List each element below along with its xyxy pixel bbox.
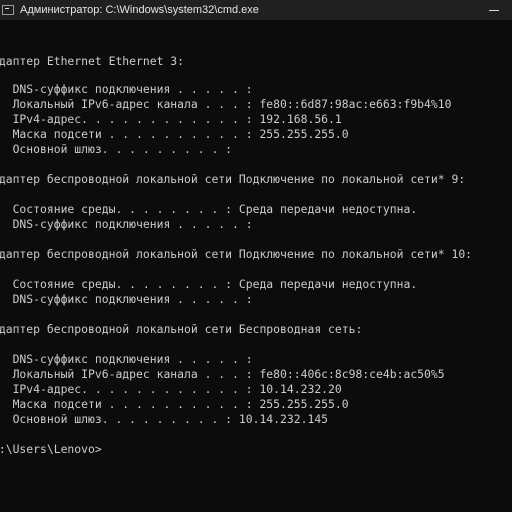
adapter-header-wireless: Адаптер беспроводной локальной сети Бесп… — [0, 322, 363, 336]
console-line: IPv4-адрес. . . . . . . . . . . . : 192.… — [0, 112, 342, 126]
title-bar[interactable]: Администратор: C:\Windows\system32\cmd.e… — [0, 0, 512, 20]
minimize-icon — [489, 9, 499, 11]
console-line: Основной шлюз. . . . . . . . . : 10.14.2… — [0, 412, 329, 426]
window-controls — [476, 0, 512, 20]
console-line: Маска подсети . . . . . . . . . . : 255.… — [0, 397, 349, 411]
console-output[interactable]: Адаптер Ethernet Ethernet 3: DNS-суффикс… — [0, 20, 512, 512]
window-title: Администратор: C:\Windows\system32\cmd.e… — [20, 4, 259, 16]
console-line: Локальный IPv6-адрес канала . . . : fe80… — [0, 97, 452, 111]
console-line: IPv4-адрес. . . . . . . . . . . . : 10.1… — [0, 382, 342, 396]
console-line: Состояние среды. . . . . . . . : Среда п… — [0, 202, 418, 216]
adapter-header-wlan9: Адаптер беспроводной локальной сети Подк… — [0, 172, 466, 186]
adapter-header-ethernet3: Адаптер Ethernet Ethernet 3: — [0, 54, 185, 68]
command-prompt[interactable]: C:\Users\Lenovo> — [0, 443, 102, 456]
console-line: DNS-суффикс подключения . . . . . : — [0, 292, 253, 306]
cmd-icon — [2, 5, 14, 15]
console-line: DNS-суффикс подключения . . . . . : — [0, 352, 253, 366]
console-line: Состояние среды. . . . . . . . : Среда п… — [0, 277, 418, 291]
console-line: DNS-суффикс подключения . . . . . : — [0, 217, 253, 231]
console-line: Маска подсети . . . . . . . . . . : 255.… — [0, 127, 349, 141]
minimize-button[interactable] — [476, 0, 512, 20]
console-line: Основной шлюз. . . . . . . . . : — [0, 142, 233, 156]
adapter-header-wlan10: Адаптер беспроводной локальной сети Подк… — [0, 247, 473, 261]
console-line: Локальный IPv6-адрес канала . . . : fe80… — [0, 367, 445, 381]
console-line: DNS-суффикс подключения . . . . . : — [0, 82, 253, 96]
